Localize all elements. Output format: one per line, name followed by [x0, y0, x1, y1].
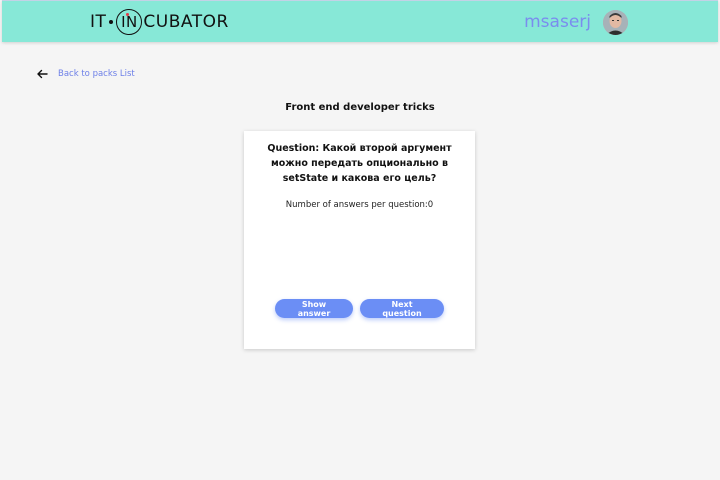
user-name[interactable]: msaserj [524, 12, 591, 32]
header: IT IN CUBATOR msaserj [2, 0, 718, 42]
next-question-button[interactable]: Next question [360, 299, 444, 318]
logo-part-cubator: CUBATOR [143, 12, 229, 32]
card-actions: Show answer Next question [244, 299, 475, 318]
arrow-left-icon [37, 69, 48, 79]
avatar-image [603, 10, 628, 35]
question-card: Question: Какой второй аргумент можно пе… [244, 131, 475, 349]
show-answer-button[interactable]: Show answer [275, 299, 353, 318]
logo-part-it: IT [90, 12, 107, 32]
avatar[interactable] [603, 10, 628, 35]
logo[interactable]: IT IN CUBATOR [90, 9, 229, 35]
answers-count: Number of answers per question:0 [285, 200, 434, 210]
logo-dot [109, 20, 114, 24]
logo-part-in: IN [121, 13, 138, 31]
logo-circle: IN [116, 9, 143, 35]
question-text: Question: Какой второй аргумент можно пе… [267, 143, 452, 184]
pack-title: Front end developer tricks [285, 102, 435, 113]
back-link-label: Back to packs List [58, 69, 135, 79]
back-to-packs-link[interactable]: Back to packs List [36, 68, 135, 80]
